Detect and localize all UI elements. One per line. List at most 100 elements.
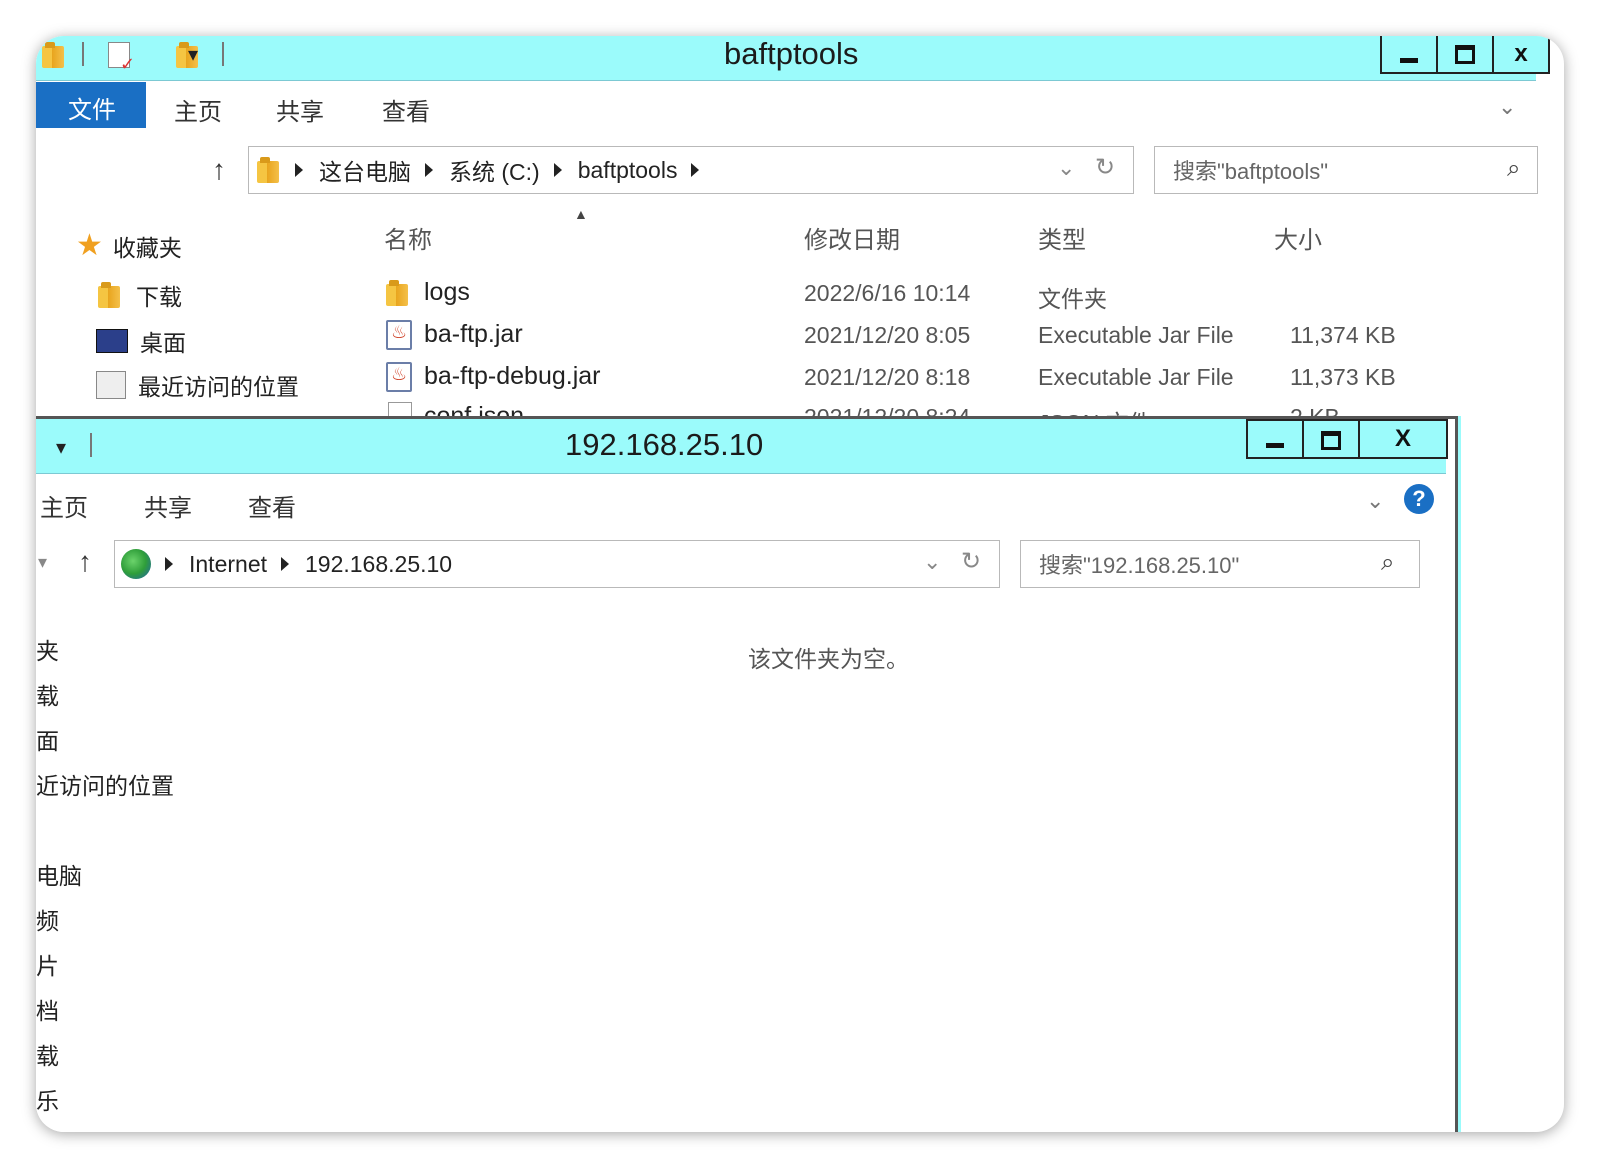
quick-access-dropdown-icon[interactable]: ▾: [188, 42, 198, 67]
close-icon: X: [1394, 425, 1411, 452]
tab-home[interactable]: 主页: [40, 488, 88, 523]
title-bar[interactable]: ✓ ▾ baftptools x: [36, 36, 1550, 81]
address-dropdown-icon[interactable]: ⌄: [923, 549, 941, 575]
tab-file-label: 文件: [68, 97, 116, 124]
nav-item-fragment[interactable]: 电脑: [36, 857, 82, 891]
breadcrumb-separator-icon: [553, 163, 562, 177]
tab-share[interactable]: 共享: [276, 92, 324, 127]
toolbar-divider: [90, 433, 92, 457]
recent-locations-dropdown-icon[interactable]: ▾: [38, 552, 47, 573]
help-icon[interactable]: ?: [1404, 484, 1434, 514]
empty-folder-message: 该文件夹为空。: [748, 646, 909, 672]
nav-recent-label: 最近访问的位置: [138, 374, 299, 400]
address-bar[interactable]: 这台电脑 系统 (C:) baftptools ⌄ ↻: [248, 146, 1134, 194]
desktop-icon: [96, 329, 128, 353]
jar-icon: [386, 362, 412, 392]
breadcrumb-internet[interactable]: Internet: [189, 551, 267, 578]
explorer-window-baftptools: ✓ ▾ baftptools x 文件 主页 共享 查看 ⌄ ↑ 这台电脑 系统…: [36, 36, 1550, 436]
file-modified: 2021/12/20 8:18: [804, 364, 971, 390]
nav-item-fragment[interactable]: 面: [36, 722, 59, 756]
file-row[interactable]: ba-ftp.jar 2021/12/20 8:05 Executable Ja…: [376, 316, 1536, 356]
close-button[interactable]: X: [1358, 421, 1446, 457]
search-input[interactable]: 搜索"baftptools" ⌕: [1154, 146, 1538, 194]
nav-downloads[interactable]: 下载: [98, 278, 182, 312]
search-input[interactable]: 搜索"192.168.25.10" ⌕: [1020, 540, 1420, 588]
search-icon: ⌕: [1381, 549, 1395, 576]
tab-share[interactable]: 共享: [144, 488, 192, 523]
folder-icon: [42, 42, 66, 68]
window-right-border: [1455, 416, 1458, 1132]
minimize-icon: [1400, 57, 1418, 63]
refresh-icon[interactable]: ↻: [961, 547, 981, 576]
toolbar-divider: [222, 42, 224, 66]
tab-file[interactable]: 文件: [36, 82, 146, 128]
address-dropdown-icon[interactable]: ⌄: [1057, 155, 1075, 181]
file-row[interactable]: logs 2022/6/16 10:14 文件夹: [376, 274, 1536, 314]
up-arrow-icon[interactable]: ↑: [78, 546, 92, 578]
nav-item-fragment[interactable]: 载: [36, 677, 59, 711]
breadcrumb-separator-icon: [281, 557, 289, 571]
nav-item-fragment[interactable]: 夹: [36, 632, 59, 666]
maximize-icon: [1455, 44, 1475, 64]
check-icon: ✓: [120, 54, 136, 74]
column-header-type[interactable]: 类型: [1038, 220, 1086, 255]
file-name: ba-ftp.jar: [424, 320, 523, 348]
column-header-modified[interactable]: 修改日期: [804, 220, 900, 255]
nav-item-fragment[interactable]: 近访问的位置: [36, 767, 174, 801]
file-type: 文件夹: [1038, 286, 1107, 312]
screenshot-frame: ✓ ▾ baftptools x 文件 主页 共享 查看 ⌄ ↑ 这台电脑 系统…: [36, 36, 1564, 1132]
breadcrumb-separator-icon: [295, 163, 303, 177]
tab-view[interactable]: 查看: [248, 488, 296, 523]
quick-access-dropdown-icon[interactable]: ▾: [56, 435, 66, 460]
address-bar[interactable]: Internet 192.168.25.10 ⌄ ↻: [114, 540, 1000, 588]
maximize-icon: [1321, 430, 1341, 450]
star-icon: ★: [76, 229, 103, 262]
nav-item-fragment[interactable]: 载: [36, 1037, 59, 1071]
nav-item-fragment[interactable]: 档: [36, 992, 59, 1026]
title-bar[interactable]: ▾ 192.168.25.10 X: [36, 419, 1448, 474]
tab-view[interactable]: 查看: [382, 92, 430, 127]
search-placeholder: 搜索"baftptools": [1173, 159, 1329, 184]
file-size: 11,374 KB: [1290, 322, 1396, 348]
breadcrumb-host[interactable]: 192.168.25.10: [305, 551, 452, 578]
maximize-button[interactable]: [1302, 421, 1358, 457]
maximize-button[interactable]: [1436, 36, 1492, 72]
nav-recent[interactable]: 最近访问的位置: [96, 368, 299, 402]
minimize-button[interactable]: [1248, 421, 1302, 457]
breadcrumb-baftptools[interactable]: baftptools: [578, 157, 678, 184]
explorer-window-192-168-25-10: ▾ 192.168.25.10 X 主页 共享 查看 ⌄ ? ▾ ↑ Inter…: [36, 416, 1461, 1132]
breadcrumb-separator-icon: [165, 557, 173, 571]
file-modified: 2022/6/16 10:14: [804, 280, 971, 306]
nav-item-fragment[interactable]: 乐: [36, 1082, 59, 1116]
close-icon: x: [1514, 40, 1528, 67]
minimize-button[interactable]: [1382, 36, 1436, 72]
tab-home[interactable]: 主页: [174, 92, 222, 127]
minimize-icon: [1266, 442, 1284, 448]
file-type: Executable Jar File: [1038, 364, 1234, 390]
file-size: 11,373 KB: [1290, 364, 1396, 390]
folder-icon: [386, 280, 410, 306]
breadcrumb-system-c[interactable]: 系统 (C:): [449, 153, 540, 187]
sort-ascending-icon: ▲: [574, 206, 588, 222]
column-header-name[interactable]: 名称: [384, 220, 432, 255]
breadcrumb-this-pc[interactable]: 这台电脑: [319, 153, 411, 187]
ribbon-expand-icon[interactable]: ⌄: [1498, 94, 1516, 120]
nav-desktop[interactable]: 桌面: [96, 324, 186, 358]
search-placeholder: 搜索"192.168.25.10": [1039, 553, 1240, 578]
ribbon-expand-icon[interactable]: ⌄: [1366, 488, 1384, 514]
nav-favorites[interactable]: ★ 收藏夹: [76, 228, 182, 263]
refresh-icon[interactable]: ↻: [1095, 153, 1115, 182]
nav-item-fragment[interactable]: 片: [36, 947, 59, 981]
nav-downloads-label: 下载: [136, 284, 182, 310]
breadcrumb-separator-icon: [691, 163, 700, 177]
window-controls: X: [1246, 419, 1448, 459]
close-button[interactable]: x: [1492, 36, 1548, 72]
column-header-size[interactable]: 大小: [1274, 220, 1322, 255]
window-title: baftptools: [724, 36, 859, 71]
downloads-icon: [98, 282, 122, 308]
breadcrumb-separator-icon: [425, 163, 433, 177]
file-type: Executable Jar File: [1038, 322, 1234, 348]
up-arrow-icon[interactable]: ↑: [212, 154, 226, 186]
file-row[interactable]: ba-ftp-debug.jar 2021/12/20 8:18 Executa…: [376, 358, 1536, 398]
nav-item-fragment[interactable]: 频: [36, 902, 59, 936]
